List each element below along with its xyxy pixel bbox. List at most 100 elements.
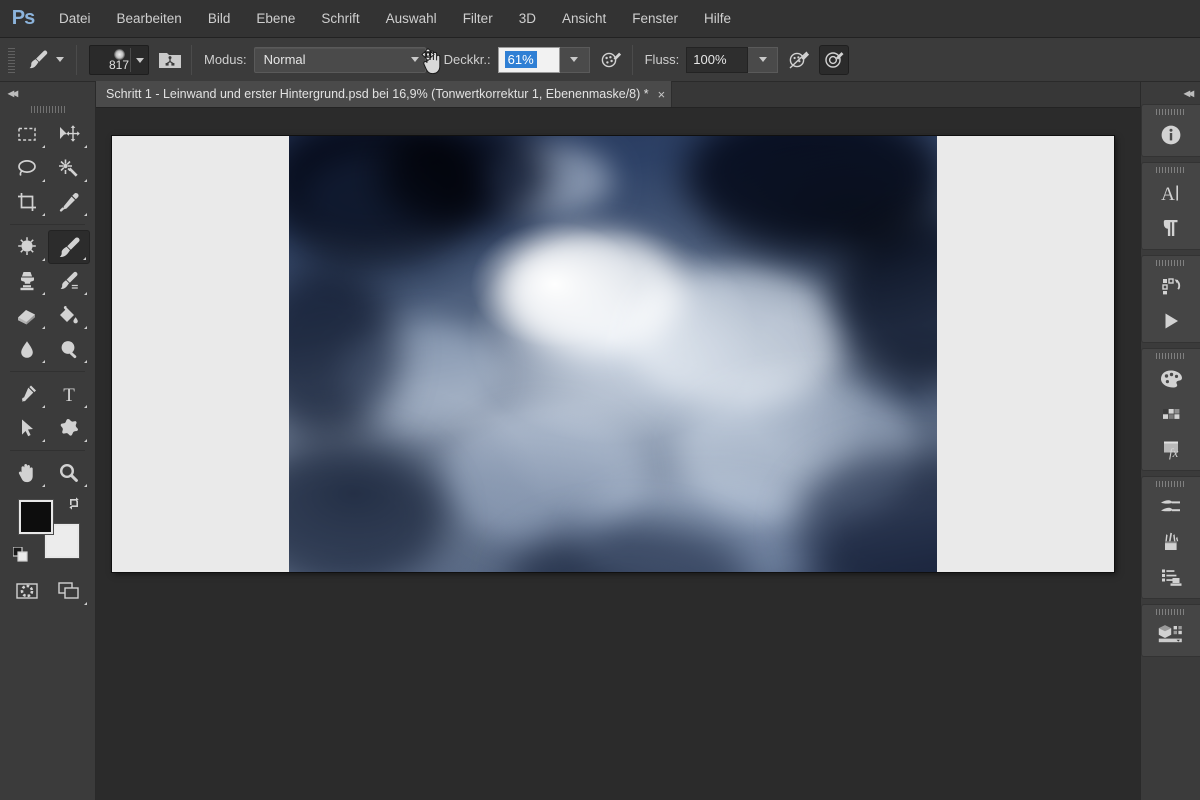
- brush-size-field[interactable]: 817: [89, 44, 149, 75]
- brush-panel-icon[interactable]: [157, 47, 183, 73]
- panel-group-grip[interactable]: [1156, 353, 1186, 359]
- tool-presets-panel-icon[interactable]: [1142, 559, 1200, 594]
- magic-wand-tool[interactable]: [48, 151, 90, 185]
- paragraph-panel-icon[interactable]: [1142, 210, 1200, 245]
- tools-group-navigate: [0, 456, 95, 490]
- blur-tool[interactable]: [6, 332, 48, 366]
- type-tool[interactable]: T: [48, 377, 90, 411]
- default-colors-icon[interactable]: [12, 547, 28, 562]
- 3d-panel-icon[interactable]: [1142, 617, 1200, 652]
- menu-item-ebene[interactable]: Ebene: [243, 0, 308, 38]
- quick-mask-icon[interactable]: [6, 574, 48, 608]
- tools-collapse-button[interactable]: ◂◂: [0, 82, 95, 104]
- menu-bar: Ps Datei Bearbeiten Bild Ebene Schrift A…: [0, 0, 1200, 38]
- menu-item-filter[interactable]: Filter: [450, 0, 506, 38]
- swap-colors-icon[interactable]: [67, 496, 81, 510]
- character-panel-icon[interactable]: A: [1142, 175, 1200, 210]
- tablet-pressure-flow-icon[interactable]: [786, 47, 812, 73]
- actions-panel-icon[interactable]: [1142, 303, 1200, 338]
- tools-group-select: [0, 117, 95, 219]
- paint-bucket-tool[interactable]: [48, 298, 90, 332]
- flow-field[interactable]: 100%: [686, 46, 779, 73]
- svg-text:T: T: [63, 385, 75, 405]
- blend-mode-select[interactable]: Normal: [253, 46, 426, 73]
- move-tool[interactable]: [48, 117, 90, 151]
- lasso-tool[interactable]: [6, 151, 48, 185]
- panel-group-grip[interactable]: [1156, 109, 1186, 115]
- menu-item-schrift[interactable]: Schrift: [308, 0, 372, 38]
- menu-item-fenster[interactable]: Fenster: [619, 0, 691, 38]
- crop-tool[interactable]: [6, 185, 48, 219]
- brush-presets-panel-icon[interactable]: [1142, 489, 1200, 524]
- photoshop-logo: Ps: [11, 7, 35, 29]
- custom-shape-tool[interactable]: [48, 411, 90, 445]
- tools-divider-1: [10, 224, 85, 225]
- menu-item-bearbeiten[interactable]: Bearbeiten: [104, 0, 195, 38]
- brush-panel-icon[interactable]: [1142, 524, 1200, 559]
- options-separator-3: [631, 44, 633, 75]
- airbrush-icon[interactable]: [819, 44, 850, 75]
- chevron-double-left-icon: ◂◂: [8, 86, 18, 100]
- menu-item-hilfe[interactable]: Hilfe: [691, 0, 744, 38]
- spot-healing-brush-tool[interactable]: [6, 230, 48, 264]
- document-area: Schritt 1 - Leinwand und erster Hintergr…: [96, 81, 1140, 800]
- brush-icon[interactable]: [22, 45, 52, 75]
- brush-size-caret-icon[interactable]: [136, 57, 144, 63]
- menu-item-bild[interactable]: Bild: [195, 0, 244, 38]
- path-selection-tool[interactable]: [6, 411, 48, 445]
- tools-panel-grip[interactable]: [30, 106, 65, 113]
- tools-group-vector: T: [0, 377, 95, 445]
- canvas-viewport[interactable]: [96, 108, 1140, 800]
- foreground-color-swatch[interactable]: [18, 500, 53, 534]
- opacity-slider-dropdown[interactable]: [559, 46, 590, 73]
- brush-tool[interactable]: [47, 230, 90, 264]
- history-brush-tool[interactable]: [48, 264, 90, 298]
- panel-group-grip[interactable]: [1156, 609, 1186, 615]
- close-icon[interactable]: ×: [658, 87, 666, 102]
- panel-group-grip[interactable]: [1156, 481, 1186, 487]
- menu-item-auswahl[interactable]: Auswahl: [373, 0, 450, 38]
- swatches-panel-icon[interactable]: [1142, 396, 1200, 431]
- clone-stamp-tool[interactable]: [6, 264, 48, 298]
- panel-group-history: [1141, 255, 1200, 343]
- panel-group-brushes: [1141, 476, 1200, 599]
- flow-input[interactable]: 100%: [686, 46, 749, 73]
- panel-group-info: [1141, 104, 1200, 157]
- tablet-pressure-opacity-icon[interactable]: [598, 47, 624, 73]
- document-canvas[interactable]: [112, 136, 1114, 572]
- opacity-field[interactable]: 61%: [497, 46, 590, 73]
- styles-panel-icon[interactable]: fx: [1142, 431, 1200, 466]
- tools-divider-2: [10, 371, 85, 372]
- options-bar-grip[interactable]: [6, 46, 18, 73]
- panel-group-grip[interactable]: [1156, 260, 1186, 266]
- chevron-down-icon: [410, 56, 419, 62]
- screen-mode-icon[interactable]: [48, 574, 90, 608]
- color-panel-icon[interactable]: [1142, 361, 1200, 396]
- eyedropper-tool[interactable]: [48, 185, 90, 219]
- pen-tool[interactable]: [6, 377, 48, 411]
- brush-preset-picker-caret[interactable]: [52, 49, 68, 71]
- document-tab-strip: Schritt 1 - Leinwand und erster Hintergr…: [96, 81, 1140, 108]
- dodge-tool[interactable]: [48, 332, 90, 366]
- rectangular-marquee-tool[interactable]: [6, 117, 48, 151]
- menu-item-3d[interactable]: 3D: [506, 0, 549, 38]
- hand-tool[interactable]: [6, 456, 48, 490]
- svg-text:A: A: [1161, 184, 1175, 205]
- menu-item-datei[interactable]: Datei: [46, 0, 104, 38]
- dock-expand-button[interactable]: ◂◂: [1141, 82, 1200, 104]
- tools-group-retouch: [0, 230, 95, 366]
- info-panel-icon[interactable]: [1142, 117, 1200, 152]
- menu-item-ansicht[interactable]: Ansicht: [549, 0, 619, 38]
- panel-group-3d: [1141, 604, 1200, 657]
- tools-panel: ◂◂ T: [0, 82, 96, 800]
- mode-label: Modus:: [204, 52, 247, 67]
- document-tab[interactable]: Schritt 1 - Leinwand und erster Hintergr…: [96, 81, 673, 107]
- panel-group-grip[interactable]: [1156, 167, 1186, 173]
- color-swatches: [12, 496, 83, 562]
- opacity-input[interactable]: 61%: [497, 46, 560, 73]
- eraser-tool[interactable]: [6, 298, 48, 332]
- zoom-tool[interactable]: [48, 456, 90, 490]
- history-panel-icon[interactable]: [1142, 268, 1200, 303]
- flow-slider-dropdown[interactable]: [748, 46, 779, 73]
- brush-size-divider: [130, 47, 131, 72]
